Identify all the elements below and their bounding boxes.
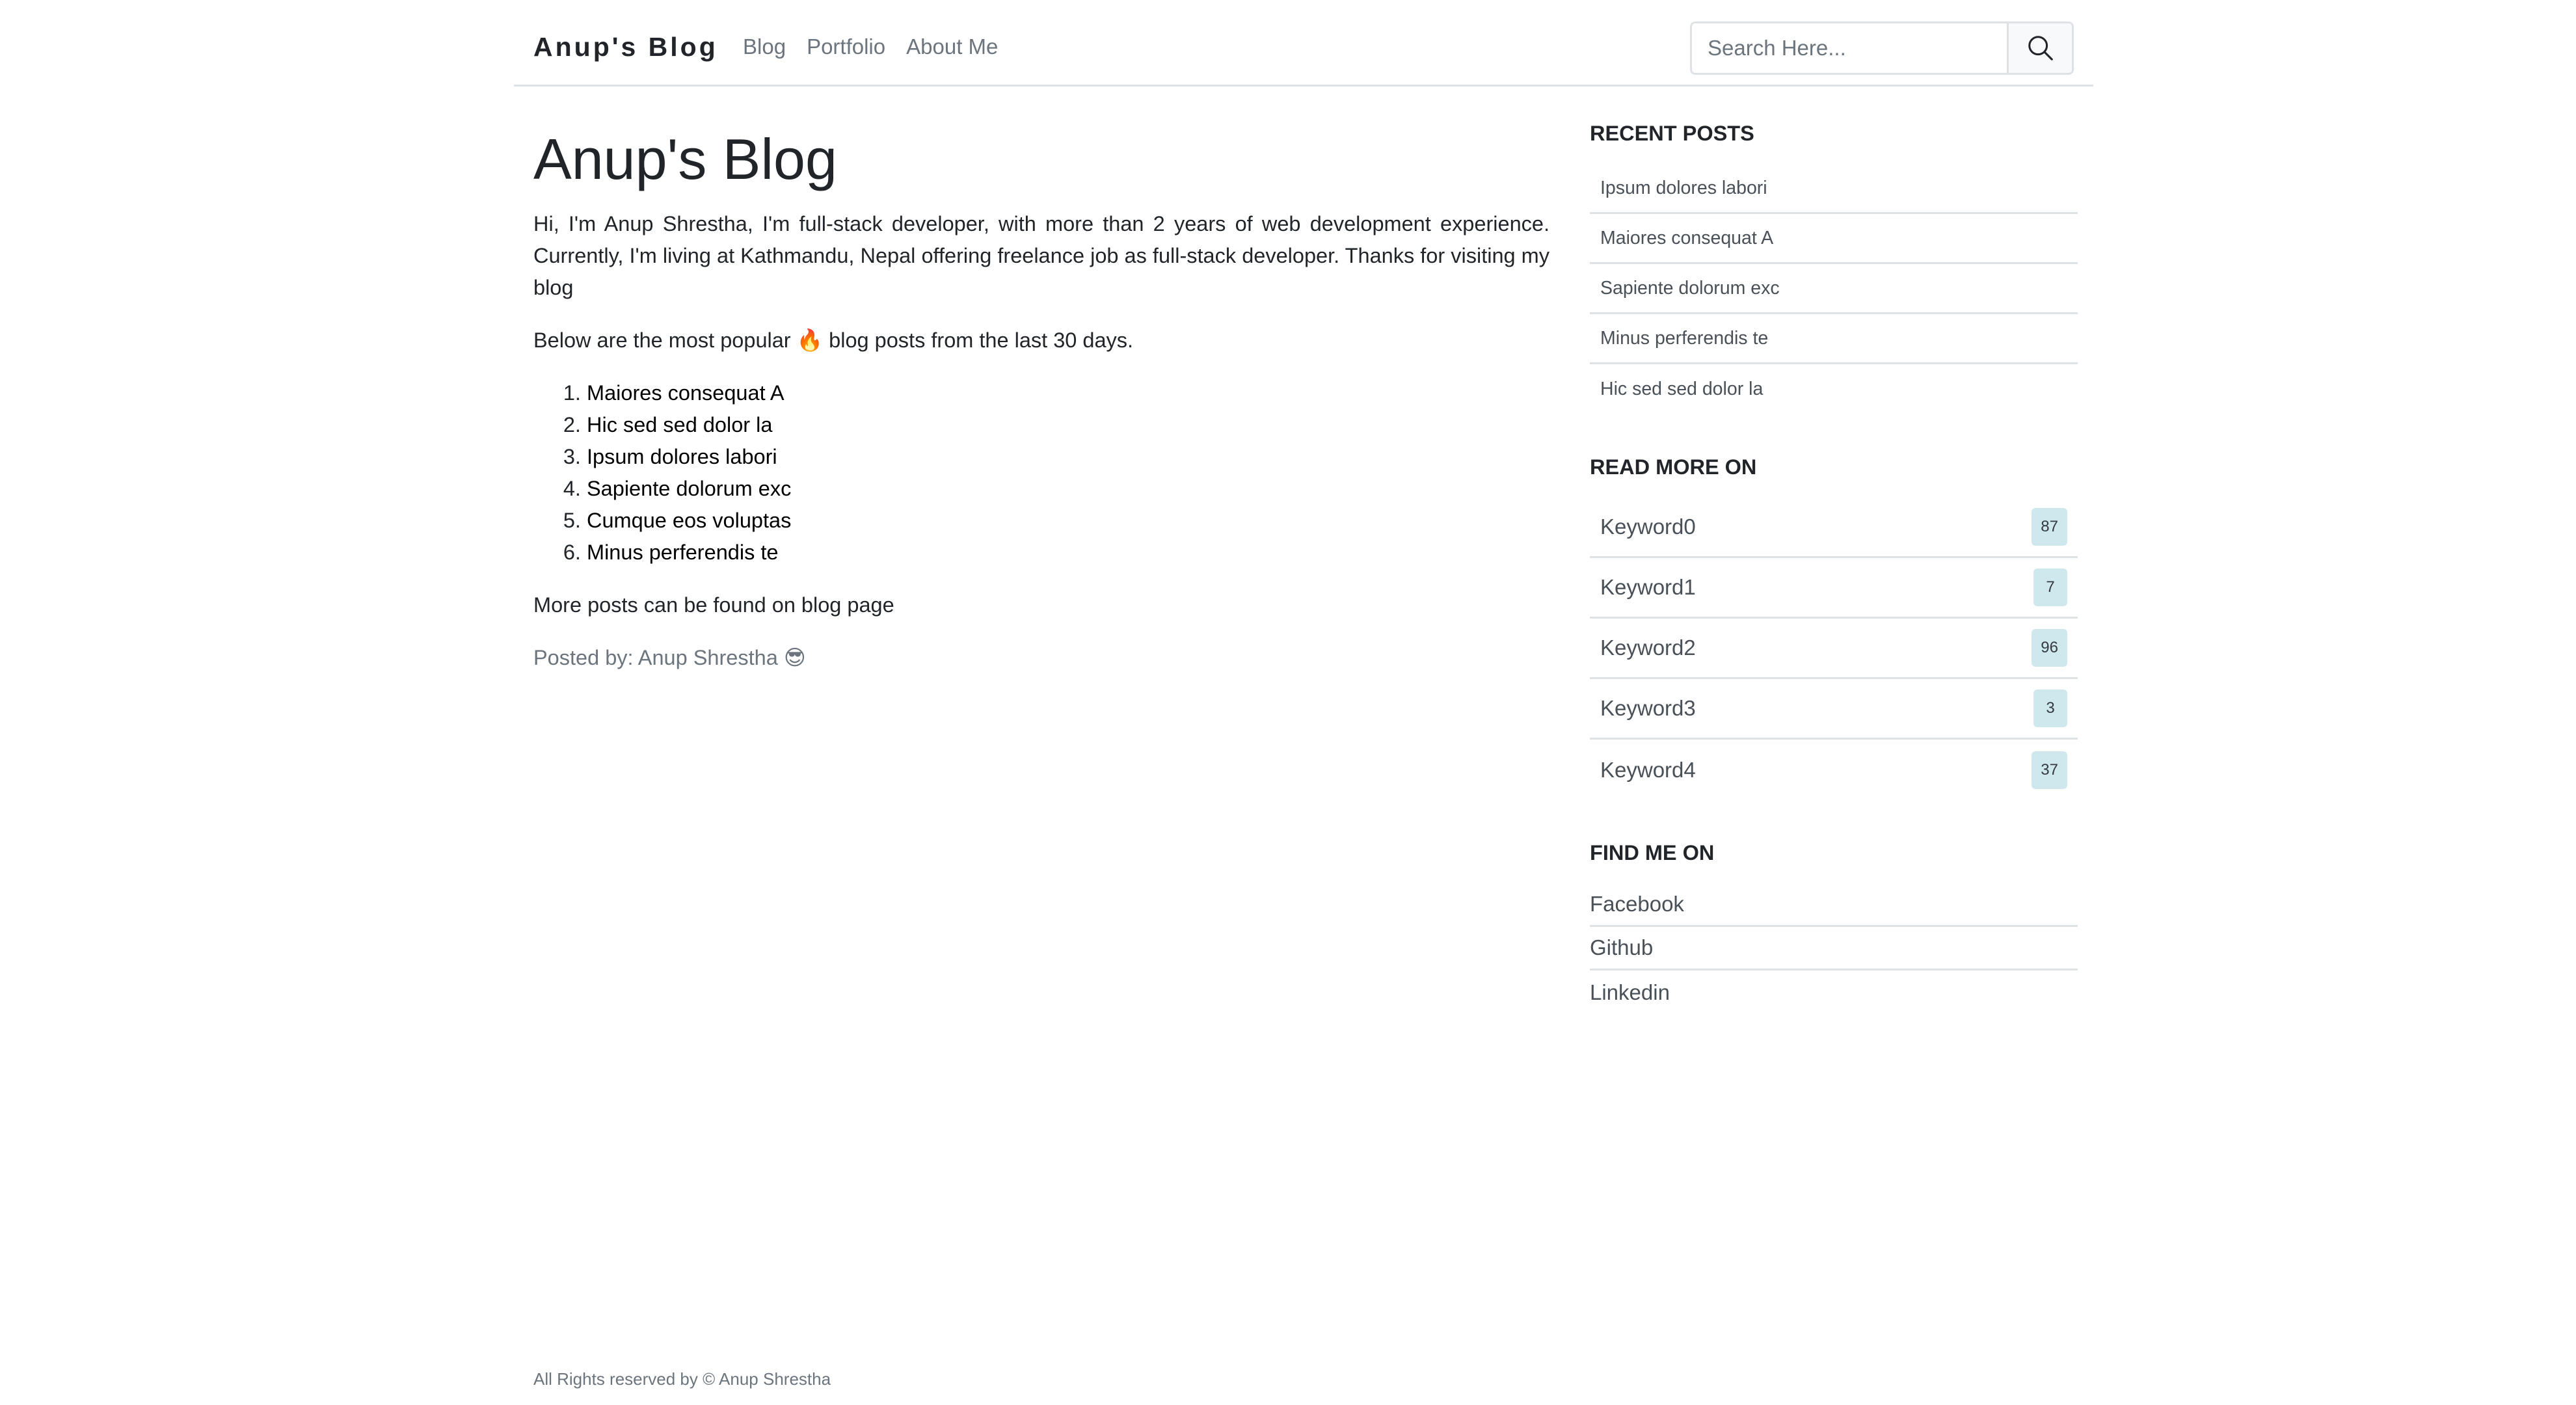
keyword-item[interactable]: Keyword3 3: [1590, 679, 2078, 740]
social-link-facebook[interactable]: Facebook: [1590, 883, 2078, 927]
popular-post-link[interactable]: Maiores consequat A: [587, 381, 785, 405]
recent-posts-heading: RECENT POSTS: [1590, 122, 1754, 145]
recent-post-item[interactable]: Hic sed sed dolor la: [1590, 364, 2078, 414]
list-item: Maiores consequat A: [587, 377, 1550, 409]
popular-post-link[interactable]: Cumque eos voluptas: [587, 509, 791, 532]
popular-post-link[interactable]: Sapiente dolorum exc: [587, 477, 791, 500]
keyword-label: Keyword2: [1600, 636, 1696, 660]
popular-posts-list: Maiores consequat A Hic sed sed dolor la…: [533, 377, 1550, 569]
keyword-item[interactable]: Keyword2 96: [1590, 619, 2078, 679]
keyword-label: Keyword1: [1600, 575, 1696, 599]
list-item: Hic sed sed dolor la: [587, 409, 1550, 441]
social-links-list: Facebook Github Linkedin: [1590, 883, 2078, 1014]
popular-intro: Below are the most popular 🔥 blog posts …: [533, 325, 1550, 356]
intro-paragraph: Hi, I'm Anup Shrestha, I'm full-stack de…: [533, 212, 1550, 299]
recent-post-item[interactable]: Minus perferendis te: [1590, 314, 2078, 364]
nav-link-about-me[interactable]: About Me: [906, 27, 998, 66]
recent-post-item[interactable]: Ipsum dolores labori: [1590, 164, 2078, 214]
sidebar: RECENT POSTS Ipsum dolores labori Maiore…: [1590, 117, 2078, 1014]
search-icon: [2028, 36, 2053, 60]
recent-posts-list: Ipsum dolores labori Maiores consequat A…: [1590, 164, 2078, 414]
main-content: Anup's Blog Hi, I'm Anup Shrestha, I'm f…: [533, 124, 1550, 674]
social-link-linkedin[interactable]: Linkedin: [1590, 970, 2078, 1014]
recent-post-item[interactable]: Maiores consequat A: [1590, 214, 2078, 264]
keyword-list: Keyword0 87 Keyword1 7 Keyword2 96 Keywo…: [1590, 498, 2078, 800]
search-group: [1690, 21, 2074, 75]
sunglasses-icon: 😎: [783, 646, 806, 669]
posted-by: Posted by: Anup Shrestha 😎: [533, 642, 1550, 674]
list-item: Sapiente dolorum exc: [587, 473, 1550, 505]
recent-post-item[interactable]: Sapiente dolorum exc: [1590, 264, 2078, 314]
keyword-count-badge: 87: [2032, 508, 2067, 546]
read-more-heading: READ MORE ON: [1590, 455, 1757, 479]
popular-post-link[interactable]: Ipsum dolores labori: [587, 445, 777, 468]
search-input[interactable]: [1692, 23, 2007, 73]
popular-post-link[interactable]: Minus perferendis te: [587, 541, 778, 564]
list-item: Ipsum dolores labori: [587, 441, 1550, 473]
list-item: Minus perferendis te: [587, 537, 1550, 569]
keyword-count-badge: 37: [2032, 751, 2067, 789]
keyword-label: Keyword0: [1600, 515, 1696, 539]
keyword-label: Keyword4: [1600, 757, 1696, 782]
footer-copyright: All Rights reserved by © Anup Shrestha: [533, 1369, 831, 1389]
popular-intro-after: blog posts from the last 30 days.: [823, 328, 1134, 352]
keyword-item[interactable]: Keyword4 37: [1590, 740, 2078, 800]
fire-icon: 🔥: [796, 328, 824, 352]
keyword-count-badge: 3: [2033, 689, 2067, 727]
keyword-item[interactable]: Keyword1 7: [1590, 558, 2078, 619]
list-item: Cumque eos voluptas: [587, 505, 1550, 537]
keyword-label: Keyword3: [1600, 696, 1696, 720]
keyword-item[interactable]: Keyword0 87: [1590, 498, 2078, 558]
more-posts-text: More posts can be found on blog page: [533, 593, 894, 617]
page-title: Anup's Blog: [533, 127, 837, 191]
nav-link-portfolio[interactable]: Portfolio: [807, 27, 885, 66]
popular-post-link[interactable]: Hic sed sed dolor la: [587, 413, 772, 436]
social-link-github[interactable]: Github: [1590, 927, 2078, 970]
search-button[interactable]: [2007, 23, 2072, 73]
brand-link[interactable]: Anup's Blog: [533, 27, 718, 66]
keyword-count-badge: 7: [2033, 569, 2067, 606]
navbar: Anup's Blog Blog Portfolio About Me: [514, 0, 2093, 87]
nav-links: Blog Portfolio About Me: [743, 27, 998, 66]
nav-link-blog[interactable]: Blog: [743, 27, 786, 66]
popular-intro-before: Below are the most popular: [533, 328, 797, 352]
keyword-count-badge: 96: [2032, 629, 2067, 667]
find-me-heading: FIND ME ON: [1590, 841, 1715, 864]
posted-by-text: Posted by: Anup Shrestha: [533, 646, 778, 669]
